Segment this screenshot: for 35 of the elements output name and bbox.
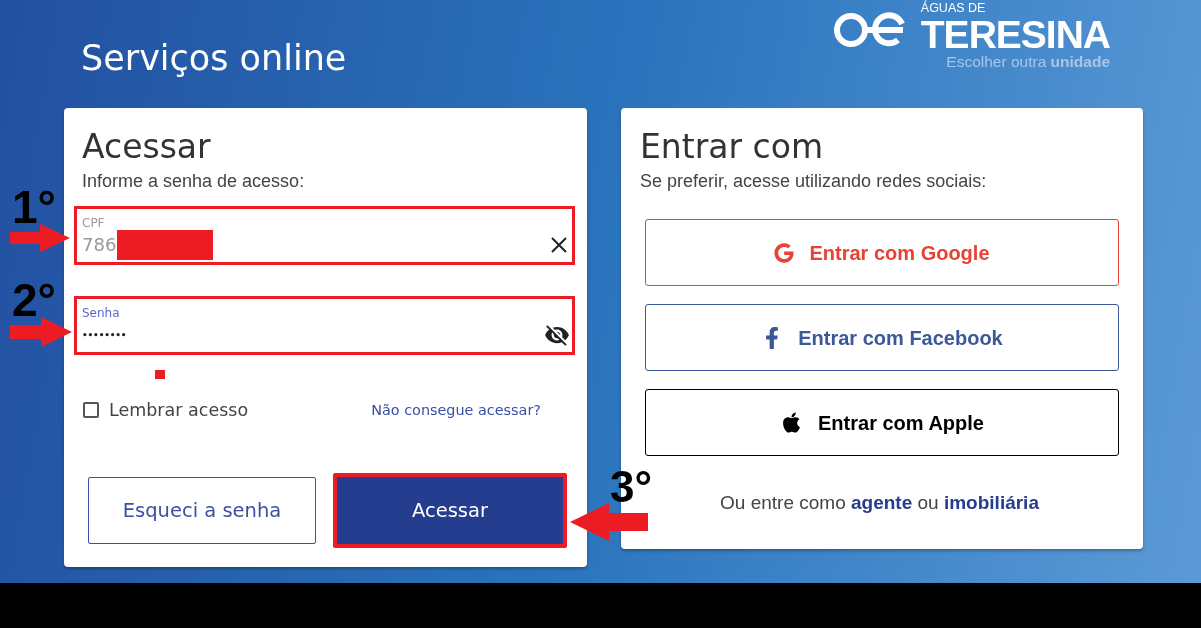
field-value: 786 xyxy=(82,234,117,256)
field-label: Senha xyxy=(82,306,120,320)
step-number: 2° xyxy=(12,283,56,318)
card-title: Acessar xyxy=(81,128,212,166)
card-subtitle: Informe a senha de acesso: xyxy=(81,170,306,192)
checkbox-label: Lembrar acesso xyxy=(109,400,249,420)
logo-subtitle: ÁGUAS DE xyxy=(920,0,986,17)
google-login-button[interactable]: Entrar com Google xyxy=(645,219,1119,286)
logo-name: TERESINA xyxy=(920,17,1110,53)
right-arrow-icon xyxy=(10,317,72,347)
help-link[interactable]: Não consegue acessar? xyxy=(371,401,541,419)
card-subtitle: Se preferir, acesse utilizando redes sociais: xyxy=(640,170,988,192)
close-icon xyxy=(551,237,567,253)
facebook-login-button[interactable]: Entrar com Facebook xyxy=(645,304,1119,371)
show-password-button[interactable] xyxy=(544,322,570,348)
field-label: CPF xyxy=(82,216,105,230)
remember-checkbox[interactable] xyxy=(83,402,99,418)
clear-button[interactable] xyxy=(551,237,567,253)
field-value: •••••••• xyxy=(82,329,127,341)
apple-login-button[interactable]: Entrar com Apple xyxy=(645,389,1119,456)
forgot-password-button[interactable]: Esqueci a senha xyxy=(88,477,316,544)
logo-icon xyxy=(833,12,907,48)
step-number: 1° xyxy=(12,190,56,225)
page-title: Serviços online xyxy=(81,38,347,78)
eye-slash-icon xyxy=(544,322,570,348)
left-arrow-icon xyxy=(570,503,648,541)
card-title: Entrar com xyxy=(640,128,825,166)
apple-icon xyxy=(780,411,803,434)
right-arrow-icon xyxy=(10,224,70,252)
login-button[interactable]: Acessar xyxy=(333,473,567,548)
password-field[interactable]: Senha •••••••• xyxy=(74,296,575,355)
redaction-mark xyxy=(155,370,165,379)
real-estate-link[interactable]: imobiliária xyxy=(943,492,1039,513)
google-icon xyxy=(774,242,795,263)
agent-link[interactable]: agente xyxy=(851,492,913,513)
